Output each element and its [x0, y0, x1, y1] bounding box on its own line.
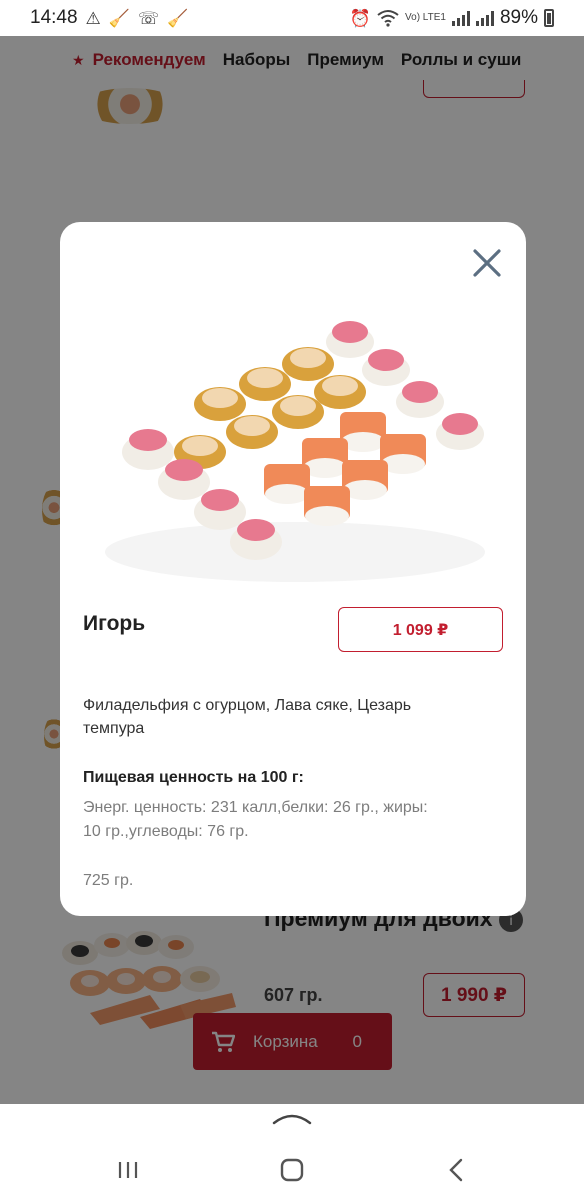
warning-icon: ⚠: [85, 8, 101, 28]
battery-icon: [544, 9, 554, 27]
product-name: Игорь: [83, 612, 146, 635]
broom-icon: 🧹: [108, 8, 130, 28]
nutrition-title: Пищевая ценность на 100 г:: [83, 769, 304, 786]
product-modal: Игорь 1 099 ₽ Филадельфия с огурцом, Лав…: [60, 222, 526, 916]
status-time: 14:48: [30, 7, 78, 28]
signal-icon: [451, 10, 470, 26]
product-weight: 725 гр.: [83, 872, 134, 889]
price-button[interactable]: 1 099 ₽: [338, 607, 503, 652]
system-nav-bar: [0, 1104, 584, 1200]
signal-icon: [475, 10, 494, 26]
close-icon[interactable]: [470, 246, 504, 280]
battery-percent: 89%: [499, 7, 538, 28]
product-composition: Филадельфия с огурцом, Лава сяке, Цезарь…: [83, 697, 412, 737]
status-bar: 14:48 ⚠ 🧹 ☏ 🧹 ⏰ Vo) LTE1 89%: [0, 0, 584, 36]
nutrition-text: Энерг. ценность: 231 калл,белки: 26 гр.,…: [83, 799, 428, 840]
wifi-icon: [377, 10, 399, 27]
home-icon: [280, 1158, 304, 1182]
back-button[interactable]: [434, 1150, 478, 1190]
recent-apps-button[interactable]: [106, 1150, 150, 1190]
lte-label: Vo) LTE1: [405, 12, 446, 23]
broom-icon: 🧹: [167, 8, 189, 28]
phone-icon: ☏: [137, 8, 160, 28]
recent-apps-icon: [118, 1162, 138, 1178]
product-image: [105, 321, 485, 582]
home-button[interactable]: [270, 1150, 314, 1190]
back-icon: [449, 1158, 463, 1182]
chevron-up-icon[interactable]: [272, 1110, 312, 1126]
alarm-icon: ⏰: [349, 8, 372, 28]
